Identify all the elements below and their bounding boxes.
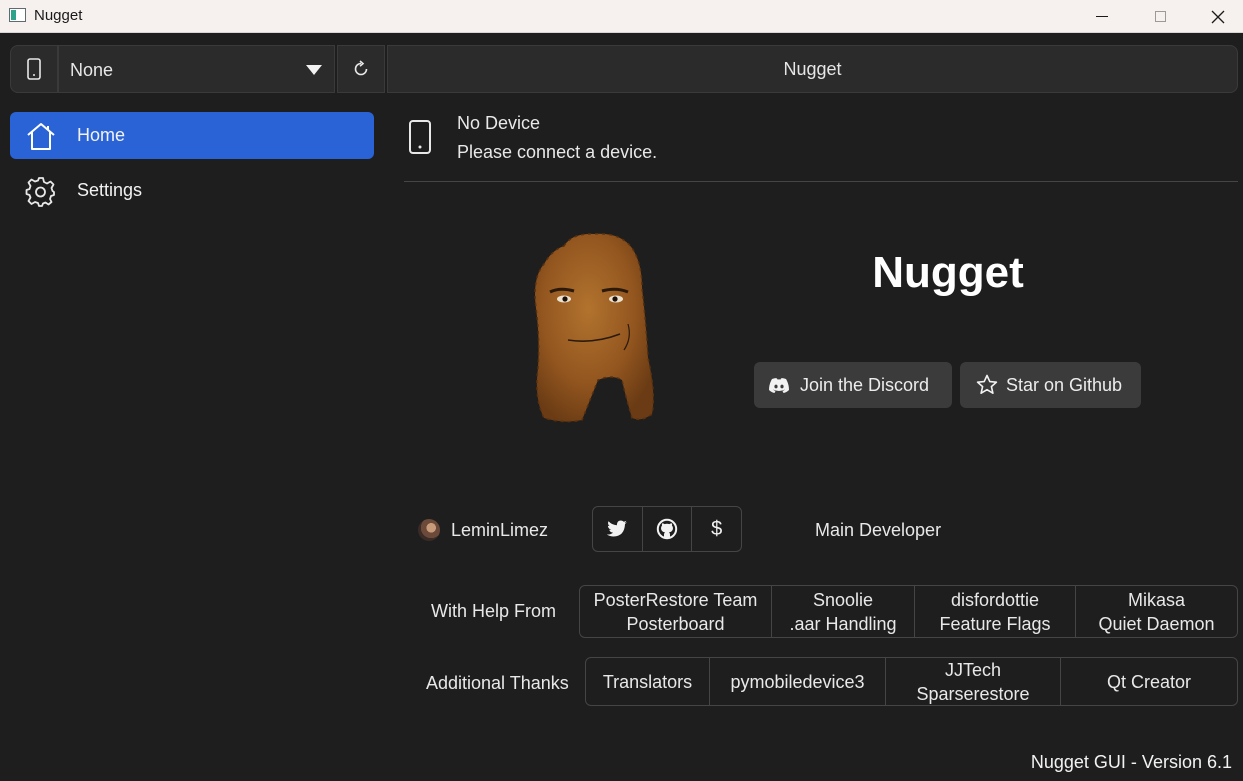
credit-snoolie[interactable]: Snoolie .aar Handling	[772, 586, 915, 637]
sidebar-item-label: Settings	[77, 180, 143, 200]
star-icon	[974, 372, 1000, 398]
device-select-value: None	[70, 60, 114, 80]
minimize-icon	[1096, 16, 1108, 17]
thanks-credits: Translators pymobiledevice3 JJTech Spars…	[585, 657, 1238, 706]
top-bar: None Nugget	[10, 45, 1238, 93]
gear-icon	[23, 173, 59, 209]
credit-posterrestore[interactable]: PosterRestore Team Posterboard	[580, 586, 772, 637]
app-window-icon	[9, 8, 26, 22]
help-credits: PosterRestore Team Posterboard Snoolie .…	[579, 585, 1238, 638]
credit-role: Posterboard	[626, 613, 725, 634]
developer-role: Main Developer	[815, 520, 942, 540]
phone-icon	[409, 120, 431, 154]
star-github-button[interactable]: Star on Github	[960, 362, 1141, 408]
credit-pymobiledevice3[interactable]: pymobiledevice3	[710, 658, 886, 705]
credit-qt-creator[interactable]: Qt Creator	[1061, 658, 1237, 705]
device-status: Please connect a device.	[457, 142, 658, 162]
device-indicator	[10, 45, 58, 93]
app-name-heading: Nugget	[872, 248, 1024, 297]
join-discord-label: Join the Discord	[800, 374, 930, 395]
chevron-down-icon	[306, 65, 322, 75]
credit-role: Sparserestore	[916, 683, 1030, 704]
credit-name: Translators	[602, 671, 693, 692]
credit-name: disfordottie	[950, 589, 1040, 610]
github-button[interactable]	[643, 507, 693, 551]
header-divider	[404, 181, 1238, 182]
refresh-icon	[354, 60, 368, 76]
credit-role: Quiet Daemon	[1098, 613, 1215, 634]
star-github-label: Star on Github	[1006, 374, 1123, 395]
donate-button[interactable]: $	[692, 507, 741, 551]
credit-name: Qt Creator	[1106, 671, 1192, 692]
window-title: Nugget	[34, 7, 83, 24]
help-label: With Help From	[431, 601, 557, 621]
thanks-label: Additional Thanks	[426, 673, 569, 693]
credit-name: pymobiledevice3	[730, 671, 865, 692]
close-button[interactable]	[1189, 0, 1243, 33]
window-titlebar: Nugget	[0, 0, 1243, 33]
credit-role: Feature Flags	[939, 613, 1051, 634]
app-title-bar: Nugget	[387, 45, 1238, 93]
twitter-icon	[607, 520, 628, 537]
minimize-button[interactable]	[1073, 0, 1131, 33]
credit-disfordottie[interactable]: disfordottie Feature Flags	[915, 586, 1076, 637]
credit-name: Snoolie	[812, 589, 874, 610]
close-icon	[1211, 10, 1225, 23]
credit-name: JJTech	[944, 659, 1002, 680]
developer-name: LeminLimez	[451, 520, 549, 540]
credit-name: PosterRestore Team	[593, 589, 758, 610]
credit-name: Mikasa	[1127, 589, 1185, 610]
device-name: No Device	[457, 113, 541, 133]
discord-icon	[766, 372, 792, 398]
sidebar-item-label: Home	[77, 125, 126, 145]
twitter-button[interactable]	[593, 507, 643, 551]
phone-icon	[27, 58, 41, 80]
developer-links: $	[592, 506, 742, 552]
credit-mikasa[interactable]: Mikasa Quiet Daemon	[1076, 586, 1237, 637]
refresh-button[interactable]	[337, 45, 385, 93]
github-icon	[656, 518, 678, 540]
credit-jjtech[interactable]: JJTech Sparserestore	[886, 658, 1061, 705]
maximize-button[interactable]	[1131, 0, 1189, 33]
version-label: Nugget GUI - Version 6.1	[1030, 752, 1232, 772]
sidebar-item-settings[interactable]: Settings	[10, 167, 374, 214]
join-discord-button[interactable]: Join the Discord	[754, 362, 952, 408]
home-icon	[23, 118, 59, 154]
credit-role: .aar Handling	[789, 613, 897, 634]
sidebar-item-home[interactable]: Home	[10, 112, 374, 159]
dollar-icon: $	[711, 517, 723, 540]
device-select[interactable]: None	[58, 45, 335, 93]
nugget-logo-image	[534, 233, 655, 423]
credit-translators[interactable]: Translators	[586, 658, 710, 705]
avatar	[418, 519, 440, 541]
maximize-icon	[1154, 11, 1166, 22]
